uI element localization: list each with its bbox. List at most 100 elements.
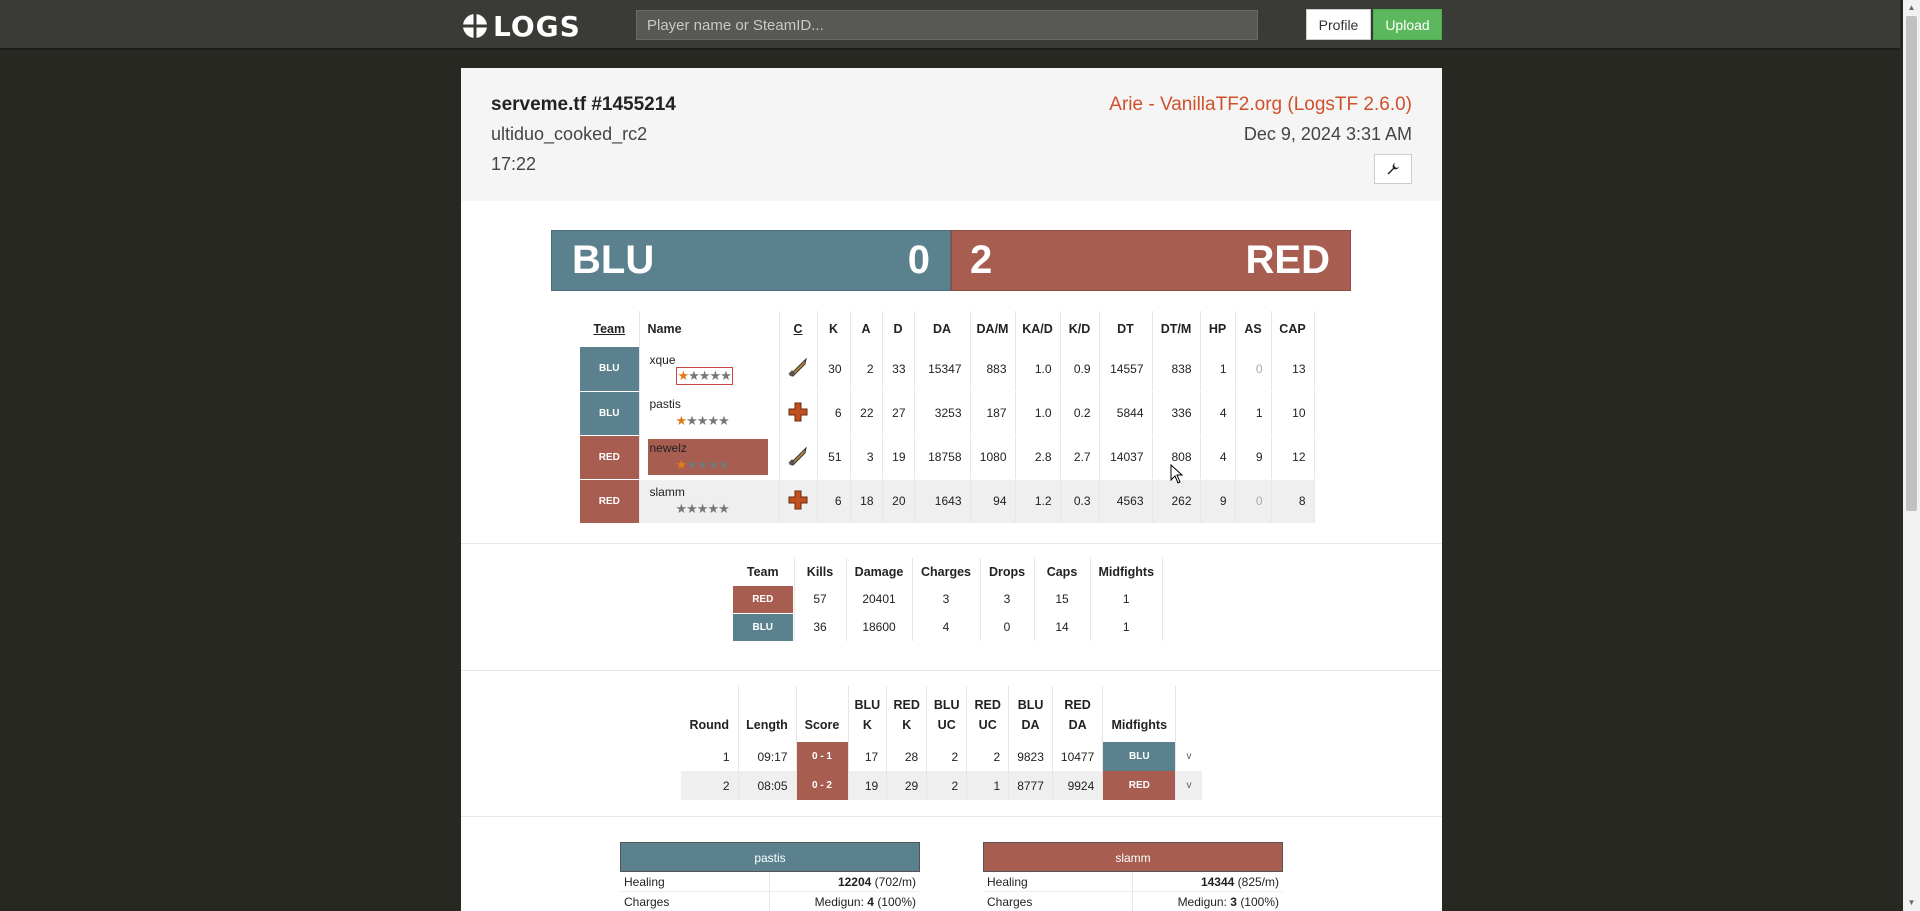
medic-charges-row: Charges Medigun: 3 (100%) bbox=[983, 892, 1283, 911]
scrollbar-thumb[interactable] bbox=[1906, 16, 1917, 511]
player-damage-per-min: 1080 bbox=[970, 435, 1016, 480]
log-header: serveme.tf #1455214 ultiduo_cooked_rc2 1… bbox=[461, 68, 1442, 201]
player-rating-stars: ★★★★★ bbox=[675, 501, 730, 516]
col-damage-taken-per-min[interactable]: DT/M bbox=[1152, 311, 1201, 347]
team-caps: 15 bbox=[1034, 585, 1091, 613]
col-team[interactable]: Team bbox=[580, 311, 640, 347]
team-summary-header-row: Team Kills Damage Charges Drops Caps Mid… bbox=[732, 558, 1164, 585]
settings-button[interactable] bbox=[1374, 154, 1412, 184]
round-red-kills: 28 bbox=[886, 742, 928, 771]
healing-label: Healing bbox=[620, 872, 770, 891]
col-damage-per-min[interactable]: DA/M bbox=[970, 311, 1016, 347]
profile-button[interactable]: Profile bbox=[1306, 9, 1371, 40]
player-name-cell[interactable]: newelz ★★★★★ bbox=[647, 439, 768, 475]
player-rating-stars: ★★★★★ bbox=[675, 413, 730, 428]
team-kills: 57 bbox=[794, 585, 847, 613]
medic-name-header[interactable]: pastis bbox=[620, 842, 920, 872]
team-charges: 4 bbox=[912, 613, 981, 641]
round-red-kills: 29 bbox=[886, 771, 928, 800]
player-name-cell[interactable]: pastis ★★★★★ bbox=[648, 395, 768, 431]
player-damage-taken: 14037 bbox=[1099, 435, 1153, 480]
player-kad: 1.0 bbox=[1015, 391, 1061, 436]
player-name-cell[interactable]: xque ★★★★★ bbox=[648, 351, 768, 387]
medic-cross-icon bbox=[788, 490, 808, 509]
player-kills: 6 bbox=[817, 479, 851, 524]
player-damage-per-min: 94 bbox=[970, 479, 1016, 524]
player-damage-taken-per-min: 262 bbox=[1152, 479, 1201, 524]
log-panel: serveme.tf #1455214 ultiduo_cooked_rc2 1… bbox=[461, 68, 1442, 911]
player-assists: 3 bbox=[850, 435, 883, 480]
player-assists: 18 bbox=[850, 479, 883, 524]
col-health-packs[interactable]: HP bbox=[1200, 311, 1236, 347]
player-name-cell[interactable]: slamm ★★★★★ bbox=[648, 483, 768, 519]
round-blu-kills: 19 bbox=[848, 771, 888, 800]
col-caps: Caps bbox=[1034, 558, 1091, 585]
col-name[interactable]: Name bbox=[639, 311, 780, 347]
team-badge: RED bbox=[732, 585, 793, 613]
team-damage: 20401 bbox=[846, 585, 913, 613]
team-midfights: 1 bbox=[1090, 585, 1164, 613]
player-row: RED newelz ★★★★★ 51 3 19 18758 1080 2.8 … bbox=[580, 435, 1315, 480]
player-damage-taken: 14557 bbox=[1099, 347, 1153, 392]
round-expand-toggle[interactable]: v bbox=[1175, 771, 1202, 800]
player-damage-taken: 4563 bbox=[1099, 479, 1153, 524]
player-name[interactable]: xque bbox=[650, 353, 768, 367]
player-name[interactable]: pastis bbox=[650, 397, 768, 411]
upload-button[interactable]: Upload bbox=[1373, 9, 1442, 40]
medic-cross-icon bbox=[788, 402, 808, 421]
player-search-input[interactable] bbox=[636, 10, 1258, 40]
col-kd[interactable]: K/D bbox=[1060, 311, 1100, 347]
player-team-badge: RED bbox=[580, 479, 640, 524]
medic-name-header[interactable]: slamm bbox=[983, 842, 1283, 872]
player-kills: 30 bbox=[817, 347, 851, 392]
col-blu-uc: BLU UC bbox=[926, 686, 968, 742]
healing-value: 14344 bbox=[1200, 875, 1235, 889]
player-team-badge: RED bbox=[580, 435, 640, 480]
player-name[interactable]: slamm bbox=[650, 485, 768, 499]
logo-text: LOGS bbox=[493, 9, 581, 43]
col-captures[interactable]: CAP bbox=[1271, 311, 1315, 347]
col-damage[interactable]: DA bbox=[914, 311, 971, 347]
col-kad[interactable]: KA/D bbox=[1015, 311, 1061, 347]
page-scrollbar[interactable]: ▲ ▼ bbox=[1903, 0, 1920, 911]
col-damage-taken[interactable]: DT bbox=[1099, 311, 1153, 347]
scroll-up-icon[interactable]: ▲ bbox=[1903, 0, 1920, 16]
round-midfight-winner: BLU bbox=[1102, 742, 1177, 771]
col-midfights: Midfights bbox=[1090, 558, 1164, 585]
col-red-uc: RED UC bbox=[966, 686, 1010, 742]
player-row: BLU pastis ★★★★★ 6 22 27 3253 187 1.0 0.… bbox=[580, 391, 1315, 436]
player-kad: 1.2 bbox=[1015, 479, 1061, 524]
col-deaths[interactable]: D bbox=[882, 311, 915, 347]
wrench-icon bbox=[1387, 163, 1399, 175]
round-blu-da: 8777 bbox=[1008, 771, 1053, 800]
col-class[interactable]: C bbox=[779, 311, 818, 347]
player-row: RED slamm ★★★★★ 6 18 20 1643 94 1.2 0.3 … bbox=[580, 479, 1315, 524]
col-assists[interactable]: A bbox=[850, 311, 883, 347]
col-airshots[interactable]: AS bbox=[1235, 311, 1272, 347]
top-navbar: LOGS Profile Upload bbox=[0, 0, 1900, 50]
player-kad: 2.8 bbox=[1015, 435, 1061, 480]
player-kills: 6 bbox=[817, 391, 851, 436]
team-badge: BLU bbox=[732, 613, 793, 641]
scroll-down-icon[interactable]: ▼ bbox=[1903, 895, 1920, 911]
charges-percent: (100%) bbox=[877, 895, 916, 909]
round-expand-toggle[interactable]: v bbox=[1176, 742, 1202, 771]
player-damage-taken: 5844 bbox=[1099, 391, 1153, 436]
player-airshots: 0 bbox=[1235, 479, 1272, 524]
round-blu-uc: 2 bbox=[926, 771, 968, 800]
player-name[interactable]: newelz bbox=[650, 441, 768, 455]
team-summary-row: BLU 36 18600 4 0 14 1 bbox=[732, 613, 1164, 641]
col-blu-da: BLU DA bbox=[1008, 686, 1053, 742]
col-kills[interactable]: K bbox=[817, 311, 851, 347]
logs-logo[interactable]: LOGS bbox=[461, 9, 581, 43]
blu-score-panel: BLU 0 bbox=[551, 230, 951, 291]
col-round: Round bbox=[681, 686, 739, 742]
player-deaths: 27 bbox=[882, 391, 915, 436]
player-damage-per-min: 883 bbox=[970, 347, 1016, 392]
player-assists: 22 bbox=[850, 391, 883, 436]
col-team: Team bbox=[732, 558, 795, 585]
healing-rate: (825/m) bbox=[1237, 875, 1279, 889]
map-name: ultiduo_cooked_rc2 bbox=[491, 124, 648, 144]
round-blu-kills: 17 bbox=[848, 742, 888, 771]
team-scoreboard: BLU 0 2 RED bbox=[551, 230, 1351, 291]
